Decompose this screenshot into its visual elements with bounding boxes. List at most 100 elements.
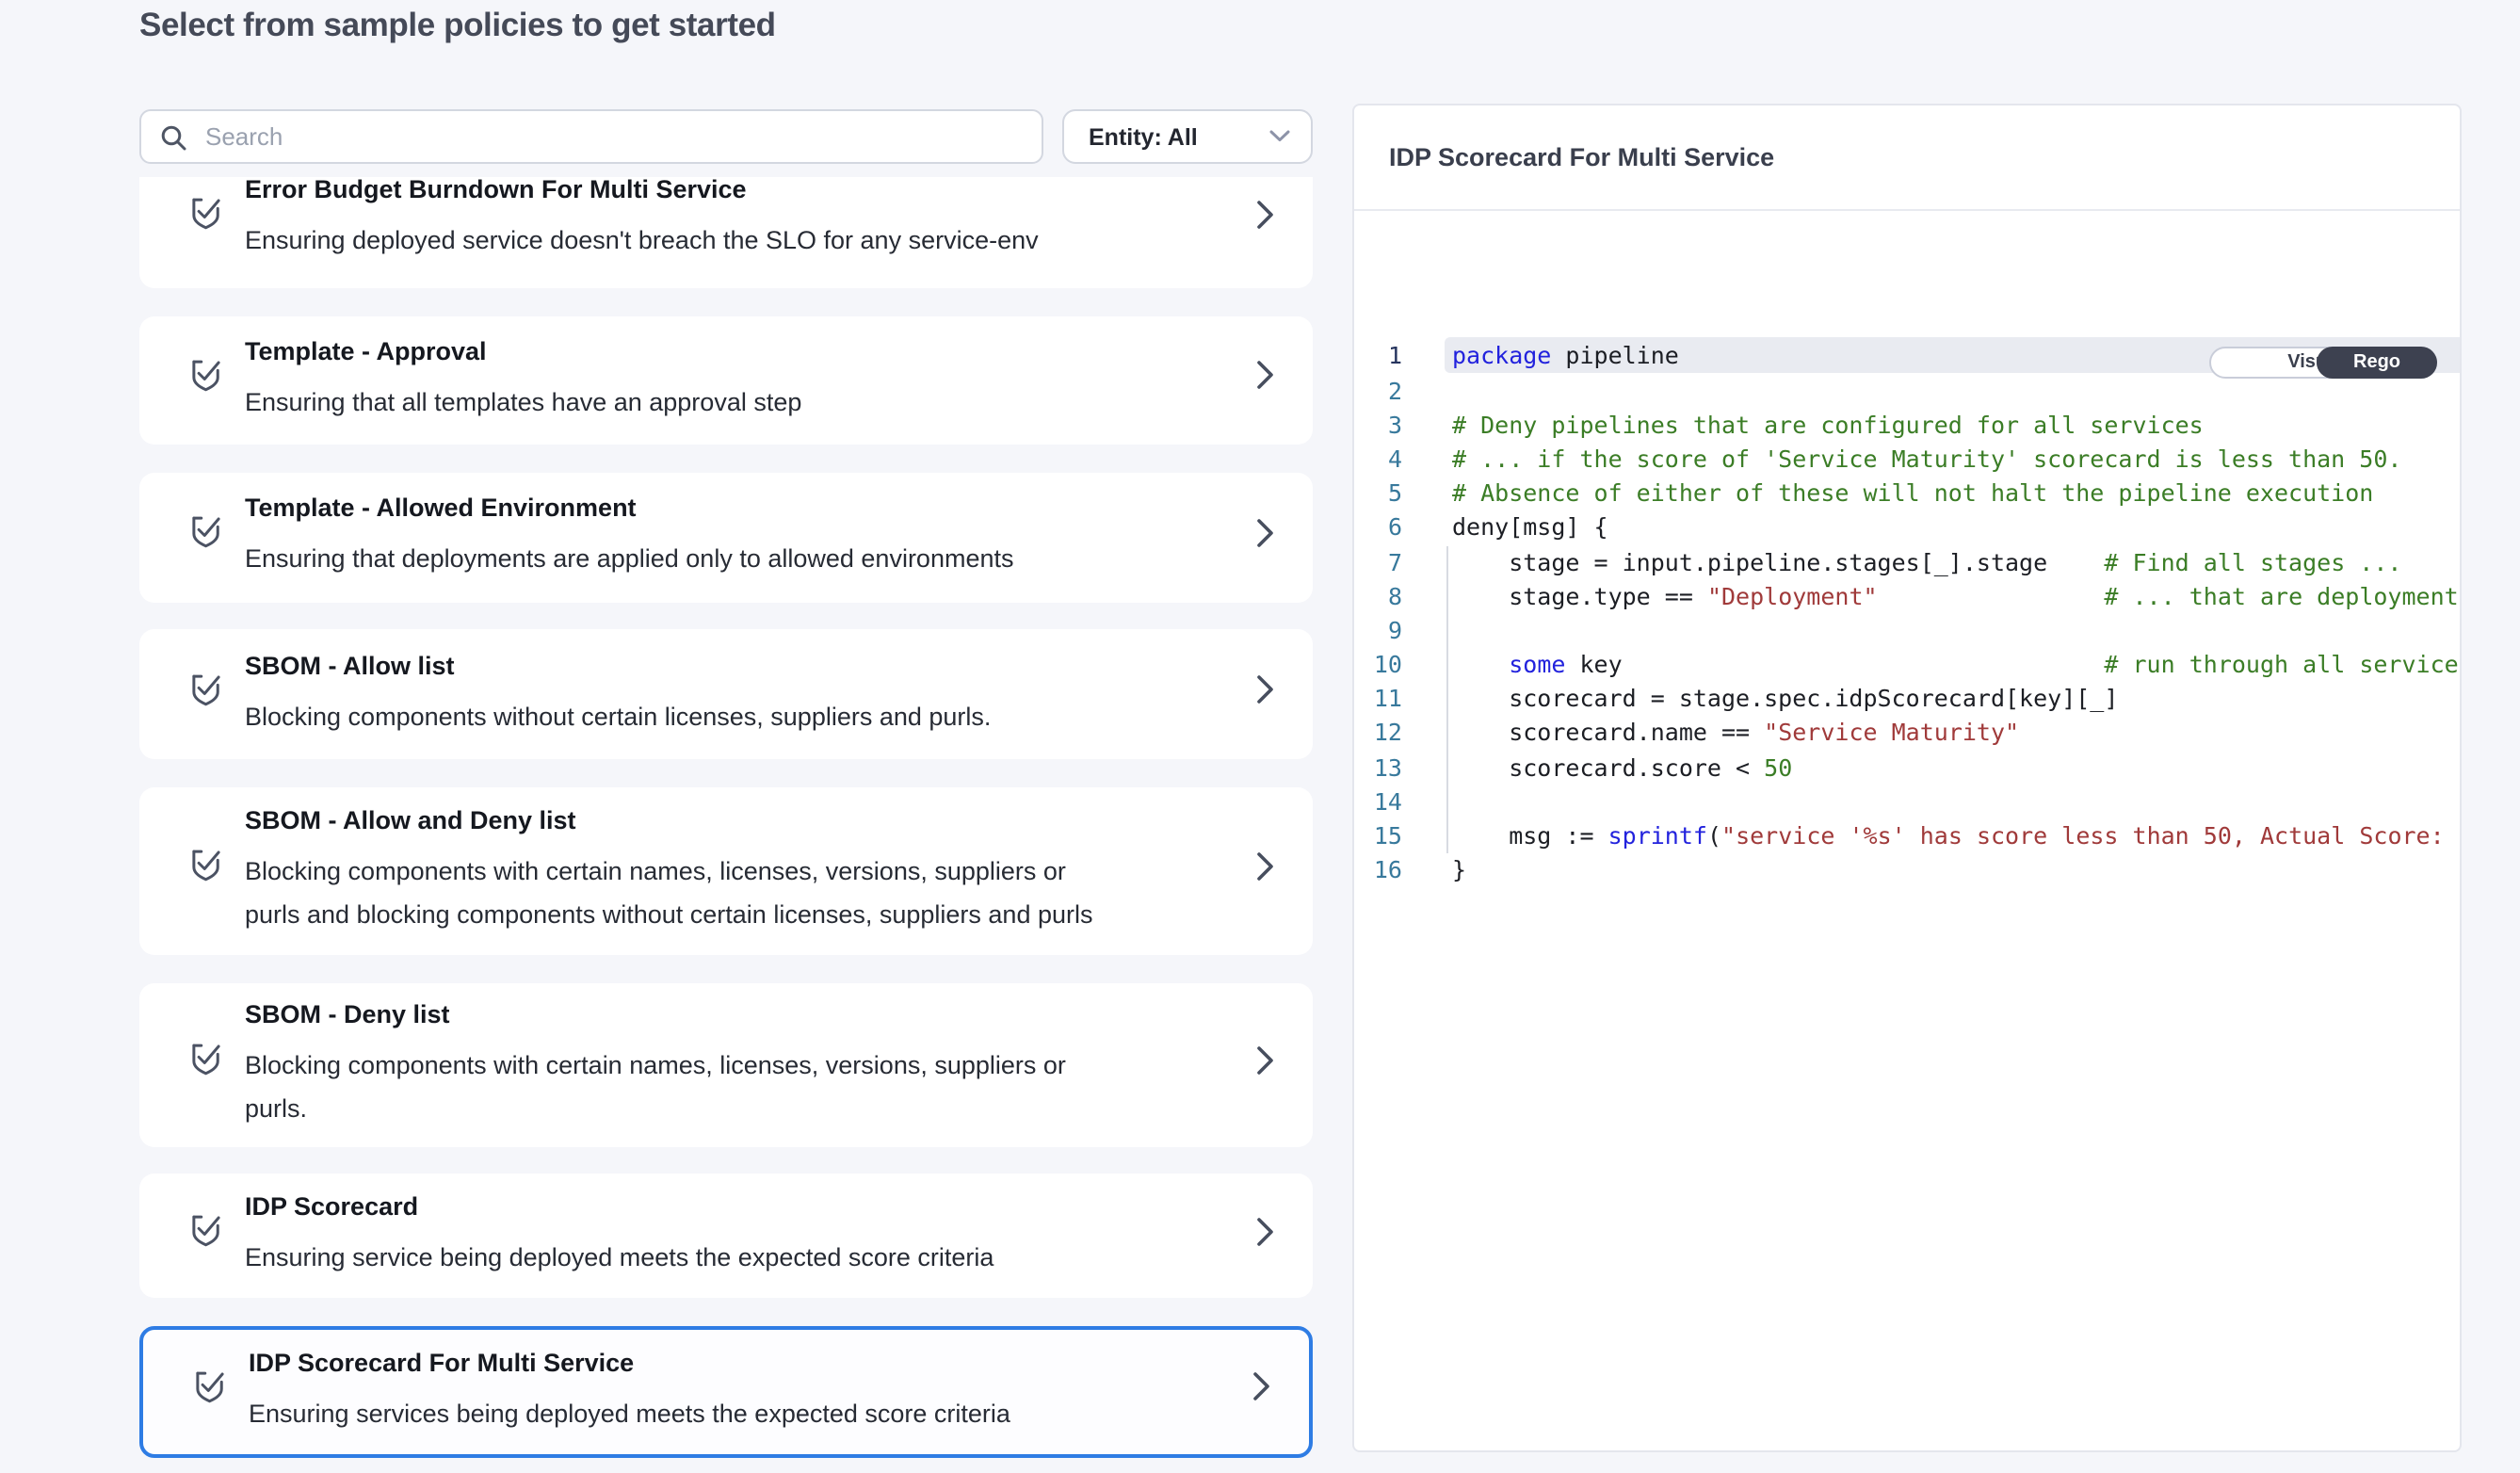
- line-number: 1: [1354, 340, 1402, 374]
- chevron-right-icon: [1252, 1372, 1271, 1402]
- policy-card-text: SBOM - Allow and Deny list Blocking compo…: [245, 806, 1256, 936]
- policy-card-title: SBOM - Allow list: [245, 651, 1177, 681]
- policy-card[interactable]: Template - Allowed Environment Ensuring t…: [139, 472, 1313, 602]
- policy-card-text: Template - Allowed Environment Ensuring t…: [245, 494, 1256, 580]
- shield-check-icon: [186, 512, 226, 552]
- policy-card-text: SBOM - Deny list Blocking components with…: [245, 999, 1256, 1129]
- line-number: 9: [1354, 614, 1402, 648]
- search-box[interactable]: [139, 109, 1043, 164]
- code-editor: 1 package pipeline 23# Deny pipelines that…: [1354, 211, 2459, 1449]
- shield-check-icon: [186, 1040, 226, 1079]
- policy-card-text: Template - ApprovalEnsuring that all tem…: [245, 337, 1256, 424]
- line-number: 7: [1354, 545, 1402, 579]
- code-text: stage.type == "Deployment" # ... that ar…: [1452, 579, 2461, 613]
- shield-check-icon: [186, 847, 226, 886]
- policy-card[interactable]: SBOM - Allow list Blocking components wit…: [139, 629, 1313, 759]
- code-text: deny[msg] {: [1452, 511, 1608, 545]
- line-number: 11: [1354, 683, 1402, 717]
- policy-card[interactable]: IDP Scorecard For Multi Service Ensuring …: [139, 1325, 1313, 1458]
- line-number: 10: [1354, 648, 1402, 682]
- policy-card-text: IDP Scorecard For Multi Service Ensuring …: [249, 1349, 1252, 1435]
- shield-check-icon: [186, 1211, 226, 1251]
- chevron-right-icon: [1256, 1216, 1275, 1246]
- panel-header: IDP Scorecard For Multi Service: [1354, 105, 2459, 211]
- line-number: 8: [1354, 579, 1402, 613]
- entity-filter-dropdown[interactable]: Entity: All: [1062, 109, 1313, 164]
- policy-card-description: Blocking components with certain names, …: [245, 1043, 1177, 1129]
- policy-card-title: SBOM - Deny list: [245, 999, 1177, 1029]
- shield-check-icon: [186, 356, 226, 396]
- code-line: 11 scorecard = stage.spec.idpScorecard[k…: [1354, 683, 2459, 717]
- code-line: 7 stage = input.pipeline.stages[_].stage…: [1354, 545, 2459, 579]
- policy-card-description: Ensuring deployed service doesn't breach…: [245, 219, 1177, 262]
- chevron-right-icon: [1256, 517, 1275, 547]
- policy-card[interactable]: Error Budget Burndown For Multi Service E…: [139, 176, 1313, 288]
- code-text: scorecard = stage.spec.idpScorecard[key]…: [1452, 683, 2118, 717]
- policy-card-description: Ensuring that all templates have an appr…: [245, 380, 1177, 424]
- policy-picker-screen: Select from sample policies to get start…: [0, 0, 2520, 1473]
- line-number: 16: [1354, 853, 1402, 887]
- toggle-rego-button[interactable]: Rego: [2317, 346, 2437, 379]
- code-line: 14: [1354, 785, 2459, 819]
- chevron-right-icon: [1256, 851, 1275, 882]
- shield-check-icon: [190, 1368, 230, 1407]
- policy-card-description: Ensuring that deployments are applied on…: [245, 537, 1177, 580]
- line-number: 2: [1354, 374, 1402, 408]
- line-number: 4: [1354, 443, 1402, 477]
- policy-card-text: IDP ScorecardEnsuring service being depl…: [245, 1192, 1256, 1279]
- code-text: msg := sprintf("service '%s' has score l…: [1452, 819, 2461, 853]
- code-text: some key # run through all services: [1452, 648, 2461, 682]
- policy-card-description: Ensuring services being deployed meets t…: [249, 1392, 1173, 1435]
- code-text: # Absence of either of these will not ha…: [1452, 477, 2373, 510]
- policy-card[interactable]: IDP ScorecardEnsuring service being depl…: [139, 1174, 1313, 1298]
- policy-card-title: IDP Scorecard For Multi Service: [249, 1349, 1173, 1379]
- policy-detail-panel: IDP Scorecard For Multi Service 1 package…: [1352, 104, 2461, 1451]
- code-text: }: [1452, 853, 1466, 887]
- code-line: 9: [1354, 614, 2459, 648]
- policy-card[interactable]: SBOM - Deny list Blocking components with…: [139, 982, 1313, 1146]
- code-line: 3# Deny pipelines that are configured fo…: [1354, 409, 2459, 443]
- code-text: stage = input.pipeline.stages[_].stage #…: [1452, 545, 2401, 579]
- code-line: 10 some key # run through all services: [1354, 648, 2459, 682]
- line-number: 6: [1354, 511, 1402, 545]
- entity-filter-label: Entity: All: [1089, 123, 1269, 150]
- code-text: package pipeline: [1452, 340, 1679, 374]
- policy-card-title: Error Budget Burndown For Multi Service: [245, 176, 1177, 205]
- code-line: 5 # Absence of either of these will not h…: [1354, 477, 2459, 510]
- code-line: 13 scorecard.score < 50: [1354, 751, 2459, 785]
- policy-card-title: SBOM - Allow and Deny list: [245, 806, 1177, 836]
- policy-card-description: Blocking components without certain lice…: [245, 694, 1177, 737]
- policy-card[interactable]: SBOM - Allow and Deny list Blocking compo…: [139, 786, 1313, 955]
- shield-check-icon: [186, 194, 226, 234]
- code-line: 15 msg := sprintf("service '%s' has scor…: [1354, 819, 2459, 853]
- policy-list: Error Budget Burndown For Multi Service E…: [139, 176, 1313, 1458]
- chevron-down-icon: [1269, 130, 1290, 143]
- panel-title: IDP Scorecard For Multi Service: [1389, 143, 1774, 171]
- policy-card-title: Template - Allowed Environment: [245, 494, 1177, 524]
- chevron-right-icon: [1256, 1044, 1275, 1075]
- code-line: 8 stage.type == "Deployment" # ... that …: [1354, 579, 2459, 613]
- policy-card-text: SBOM - Allow list Blocking components wit…: [245, 651, 1256, 737]
- chevron-right-icon: [1256, 674, 1275, 704]
- code-text: # ... if the score of 'Service Maturity'…: [1452, 443, 2401, 477]
- code-lines: 1 package pipeline 23# Deny pipelines that…: [1354, 340, 2459, 888]
- search-input[interactable]: [202, 121, 1023, 153]
- search-icon: [160, 123, 186, 150]
- line-number: 13: [1354, 751, 1402, 785]
- shield-check-icon: [186, 670, 226, 709]
- page-title: Select from sample policies to get start…: [139, 6, 776, 45]
- policy-card-description: Ensuring service being deployed meets th…: [245, 1236, 1177, 1279]
- code-line: 6 deny[msg] {: [1354, 511, 2459, 545]
- policy-card-description: Blocking components with certain names, …: [245, 850, 1177, 936]
- line-number: 3: [1354, 409, 1402, 443]
- chevron-right-icon: [1256, 199, 1275, 229]
- line-number: 15: [1354, 819, 1402, 853]
- line-number: 5: [1354, 477, 1402, 510]
- policy-card-text: Error Budget Burndown For Multi Service E…: [245, 176, 1256, 262]
- line-number: 14: [1354, 785, 1402, 819]
- chevron-right-icon: [1256, 361, 1275, 391]
- policy-card[interactable]: Template - ApprovalEnsuring that all tem…: [139, 316, 1313, 445]
- code-line: 2: [1354, 374, 2459, 408]
- code-line: 4 # ... if the score of 'Service Maturity…: [1354, 443, 2459, 477]
- code-text: scorecard.score < 50: [1452, 751, 1792, 785]
